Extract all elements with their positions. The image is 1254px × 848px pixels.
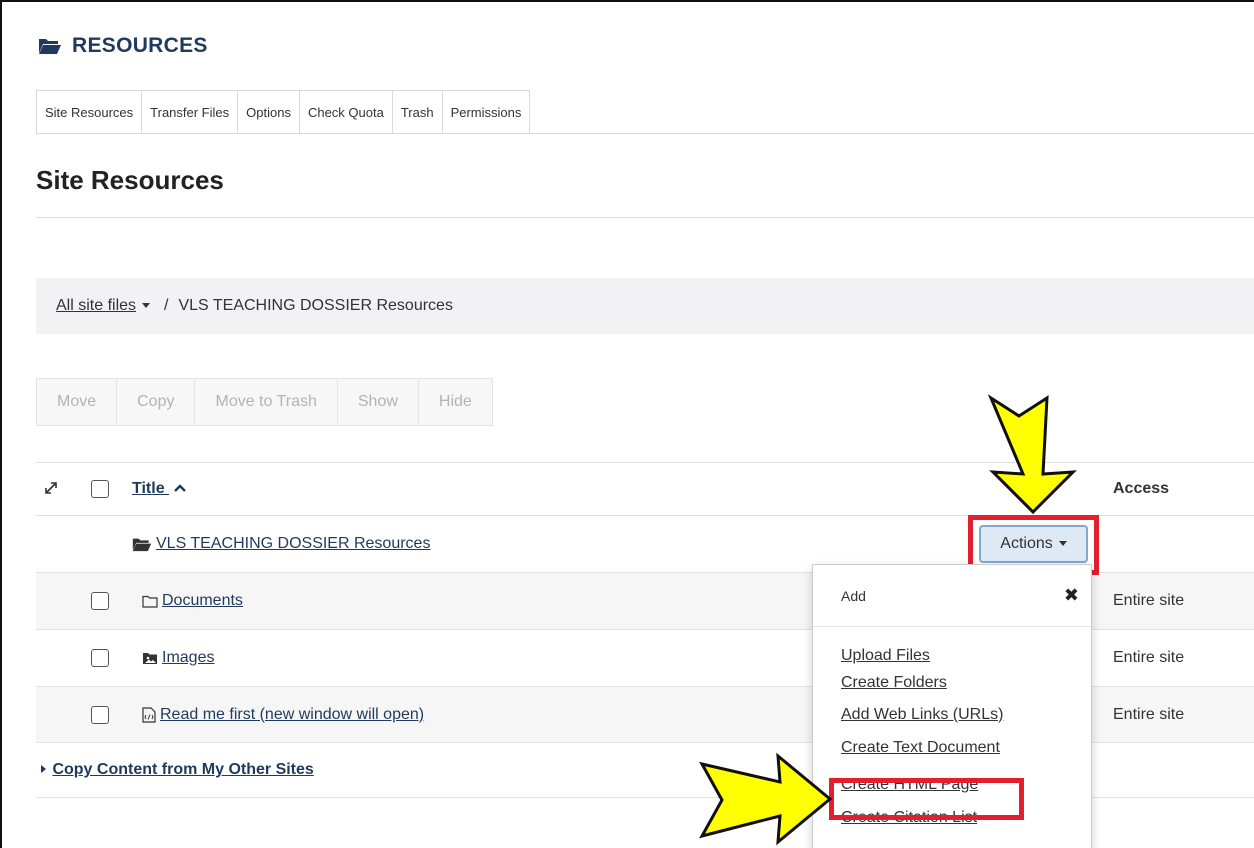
bulk-action-buttons: Move Copy Move to Trash Show Hide (36, 378, 493, 426)
folder-image-icon (143, 652, 157, 664)
tab-site-resources[interactable]: Site Resources (36, 90, 143, 134)
folder-outline-icon (142, 595, 158, 608)
folder-open-icon (39, 39, 61, 54)
title-divider (36, 217, 1254, 218)
down-arrow-icon (987, 394, 1077, 515)
images-link[interactable]: Images (162, 649, 214, 667)
chevron-up-icon (174, 484, 186, 492)
resources-tool: RESOURCES Site Resources Transfer Files … (0, 0, 1254, 848)
page-title: Site Resources (36, 165, 224, 195)
move-to-trash-button[interactable]: Move to Trash (195, 378, 338, 426)
tool-header: RESOURCES (38, 34, 208, 58)
tabs-divider (36, 133, 1254, 134)
row-checkbox[interactable] (91, 592, 109, 610)
root-folder-link[interactable]: VLS TEACHING DOSSIER Resources (156, 535, 430, 553)
copy-content-label: Copy Content from My Other Sites (52, 761, 314, 778)
move-button[interactable]: Move (36, 378, 118, 426)
breadcrumb-current: VLS TEACHING DOSSIER Resources (178, 297, 453, 314)
tab-options[interactable]: Options (238, 90, 300, 134)
menu-item-create-text-document[interactable]: Create Text Document (813, 731, 1091, 764)
dropdown-header-label: Add (841, 587, 866, 604)
images-cell: Images (142, 649, 214, 667)
access-column-header: Access (1113, 480, 1170, 497)
row-checkbox[interactable] (91, 705, 109, 724)
breadcrumb-separator: / (164, 297, 169, 314)
title-column-header[interactable]: Title (132, 480, 187, 498)
dropdown-header: Add ✖ (813, 565, 1091, 627)
folder-open-icon (132, 538, 152, 551)
row-checkbox[interactable] (91, 649, 109, 667)
select-all-checkbox[interactable] (91, 480, 109, 498)
close-icon[interactable]: ✖ (1064, 585, 1079, 606)
tab-permissions[interactable]: Permissions (442, 90, 531, 134)
html-file-icon (142, 706, 156, 723)
title-header-label: Title (132, 480, 165, 497)
breadcrumb: All site files / VLS TEACHING DOSSIER Re… (36, 278, 1254, 334)
root-folder-cell: VLS TEACHING DOSSIER Resources (132, 535, 430, 553)
right-arrow-icon (698, 752, 833, 846)
documents-link[interactable]: Documents (162, 592, 243, 610)
highlight-box-create-html (829, 778, 1024, 820)
copy-button[interactable]: Copy (117, 378, 196, 426)
menu-item-create-folders[interactable]: Create Folders (813, 668, 1091, 698)
expand-icon[interactable] (44, 481, 58, 498)
tab-check-quota[interactable]: Check Quota (299, 90, 393, 134)
hide-button[interactable]: Hide (418, 378, 493, 426)
menu-item-add-web-links[interactable]: Add Web Links (URLs) (813, 698, 1091, 731)
tool-tabs: Site Resources Transfer Files Options Ch… (36, 90, 531, 134)
tool-title: RESOURCES (72, 34, 208, 57)
show-button[interactable]: Show (337, 378, 419, 426)
read-me-cell: Read me first (new window will open) (142, 706, 424, 724)
tab-trash[interactable]: Trash (392, 90, 443, 134)
documents-cell: Documents (142, 592, 243, 610)
access-value: Entire site (1113, 649, 1185, 666)
copy-content-toggle[interactable]: Copy Content from My Other Sites (40, 761, 314, 779)
read-me-link[interactable]: Read me first (new window will open) (160, 706, 424, 724)
chevron-down-icon[interactable] (142, 302, 151, 308)
breadcrumb-all-site-files[interactable]: All site files (56, 297, 136, 315)
access-value: Entire site (1113, 705, 1185, 723)
caret-right-icon (41, 765, 46, 773)
tab-transfer-files[interactable]: Transfer Files (142, 90, 239, 134)
access-value: Entire site (1113, 592, 1185, 609)
